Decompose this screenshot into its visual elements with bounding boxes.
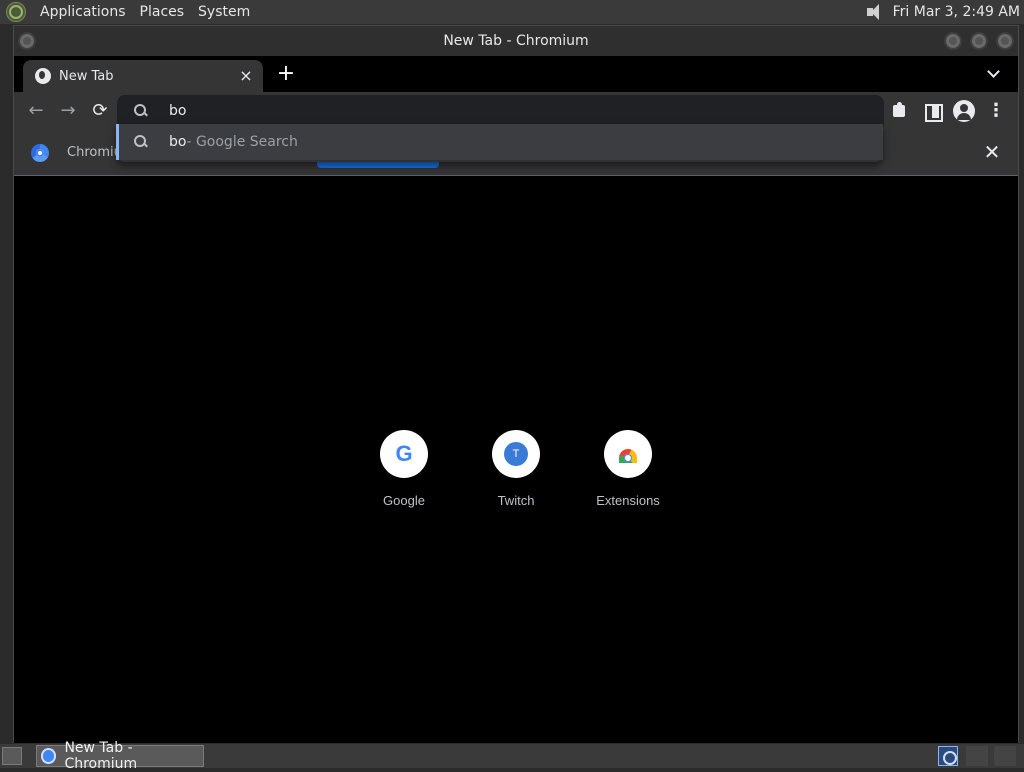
maximize-icon[interactable] [970, 32, 988, 50]
workspace-3-icon[interactable] [994, 746, 1016, 766]
close-window-icon[interactable] [996, 32, 1014, 50]
shortcut-label: Extensions [596, 493, 660, 508]
suggestion-query: bo [169, 134, 187, 150]
twitch-icon: T [504, 442, 528, 466]
profile-avatar-icon[interactable] [953, 100, 975, 122]
top-panel: Applications Places System Fri Mar 3, 2:… [0, 0, 1024, 24]
volume-icon[interactable] [865, 3, 885, 21]
infobar-close-button[interactable]: ✕ [982, 142, 1002, 162]
forward-button[interactable]: → [56, 99, 80, 123]
workspace-switcher-icon[interactable] [938, 746, 958, 766]
gnome-foot-icon[interactable] [6, 2, 26, 22]
new-tab-button[interactable]: + [274, 62, 298, 86]
places-menu[interactable]: Places [134, 0, 191, 24]
search-icon [133, 134, 149, 150]
shortcut-extensions[interactable]: Extensions [572, 430, 684, 508]
omnibox-dropdown: bo - Google Search [116, 124, 883, 162]
side-panel-icon[interactable] [921, 100, 943, 122]
extensions-puzzle-icon[interactable] [889, 100, 911, 122]
tab-search-chevron-icon[interactable] [984, 64, 1004, 84]
suggestion-source: - Google Search [186, 134, 298, 150]
taskbar-item-label: New Tab - Chromium [64, 740, 138, 772]
clock[interactable]: Fri Mar 3, 2:49 AM [893, 4, 1020, 20]
tab-close-button[interactable]: × [237, 67, 255, 85]
shortcut-twitch[interactable]: T Twitch [460, 430, 572, 508]
chrome-web-store-icon [619, 449, 637, 463]
google-icon: G [395, 441, 413, 466]
shortcut-label: Google [383, 493, 425, 508]
chromium-icon [41, 748, 57, 764]
shortcut-google[interactable]: G Google [348, 430, 460, 508]
kebab-menu-icon[interactable]: ⋮ [985, 100, 1007, 122]
minimize-icon[interactable] [944, 32, 962, 50]
show-desktop-icon[interactable] [2, 747, 22, 765]
new-tab-page: G Google T Twitch Extensions [14, 206, 1018, 743]
system-menu[interactable]: System [192, 0, 256, 24]
search-icon [133, 103, 149, 119]
bottom-taskbar: New Tab - Chromium [0, 740, 1024, 772]
applications-menu[interactable]: Applications [34, 0, 132, 24]
workspace-2-icon[interactable] [966, 746, 988, 766]
window-menu-icon[interactable] [18, 32, 36, 50]
tab-new-tab[interactable]: New Tab × [23, 60, 263, 92]
tab-title: New Tab [59, 68, 114, 84]
window-title: New Tab - Chromium [443, 33, 589, 49]
reload-button[interactable]: ⟳ [88, 99, 112, 123]
taskbar-item-chromium[interactable]: New Tab - Chromium [36, 740, 204, 772]
window-titlebar[interactable]: New Tab - Chromium [14, 26, 1018, 56]
back-button[interactable]: ← [24, 99, 48, 123]
chromium-logo-icon [31, 143, 49, 162]
tab-strip: New Tab × + [14, 56, 1018, 92]
suggestion-google-search[interactable]: bo - Google Search [116, 124, 883, 160]
omnibox[interactable] [117, 95, 884, 127]
shortcut-label: Twitch [497, 493, 535, 508]
address-bar-input[interactable] [169, 103, 669, 119]
globe-icon [35, 68, 51, 84]
